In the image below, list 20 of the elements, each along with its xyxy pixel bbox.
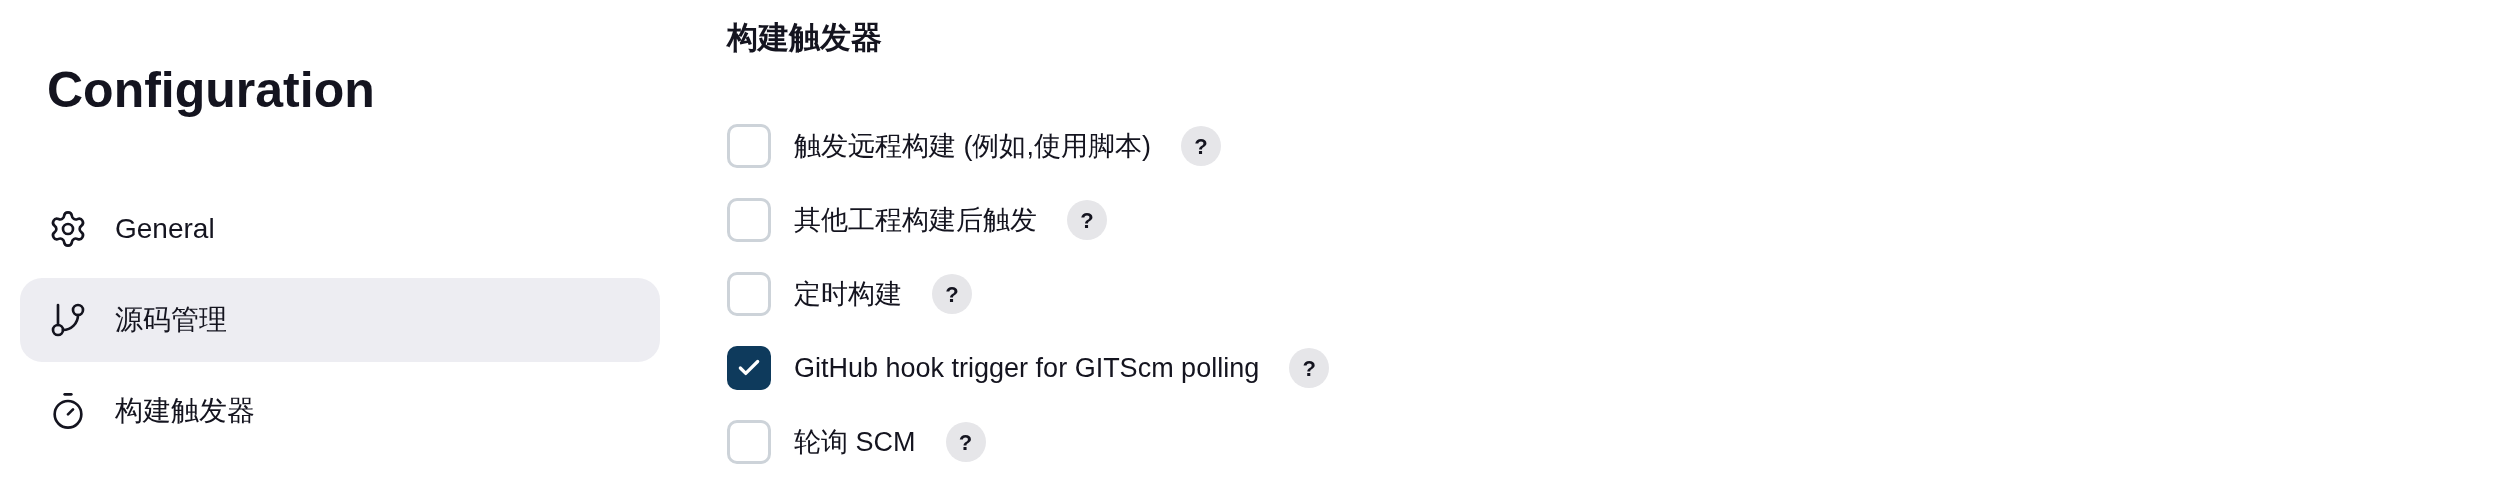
sidebar-item[interactable]: 构建触发器 xyxy=(20,369,660,453)
checkbox[interactable] xyxy=(727,124,771,168)
help-button[interactable]: ? xyxy=(945,422,986,462)
checkbox-label: GitHub hook trigger for GITScm polling xyxy=(794,351,1260,385)
help-button[interactable]: ? xyxy=(1289,348,1330,388)
checkbox-label: 定时构建 xyxy=(794,277,902,311)
checkbox-label: 触发远程构建 (例如,使用脚本) xyxy=(794,129,1151,163)
checkbox-label: 轮询 SCM xyxy=(794,425,916,459)
help-button[interactable]: ? xyxy=(932,274,972,314)
checkbox[interactable] xyxy=(727,346,771,390)
checkbox-label: 其他工程构建后触发 xyxy=(794,203,1037,237)
page-title: Configuration xyxy=(46,61,375,120)
checkbox[interactable] xyxy=(727,272,771,316)
section-heading: 构建触发器 xyxy=(727,19,882,57)
sidebar-item[interactable]: General xyxy=(20,187,660,271)
help-button[interactable]: ? xyxy=(1181,126,1221,166)
checkbox[interactable] xyxy=(727,420,771,464)
sidebar-item[interactable]: 源码管理 xyxy=(20,278,660,362)
help-button[interactable]: ? xyxy=(1067,200,1107,240)
checkbox[interactable] xyxy=(727,198,771,242)
